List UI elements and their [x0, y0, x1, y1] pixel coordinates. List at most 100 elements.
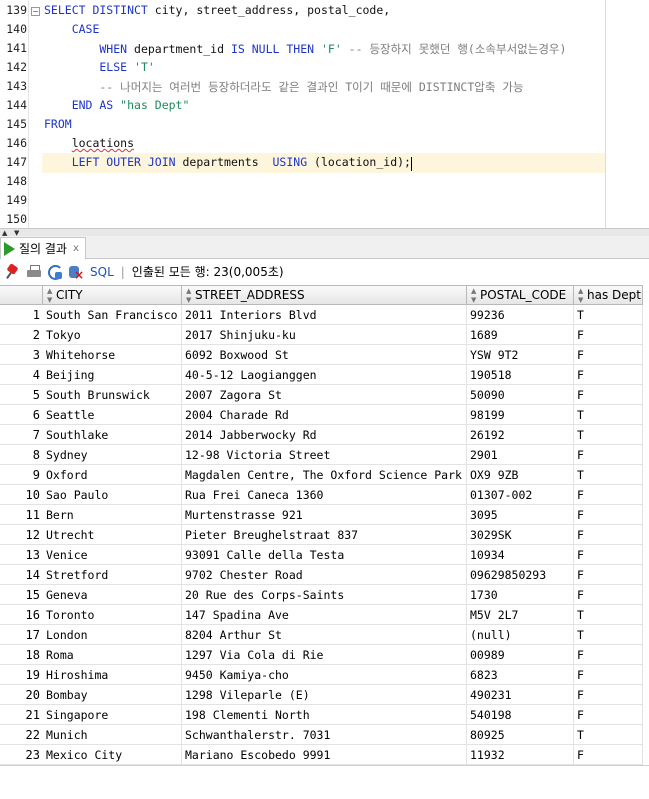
print-icon[interactable]	[26, 264, 42, 280]
table-cell[interactable]: Roma	[43, 645, 182, 665]
table-cell[interactable]: Stretford	[43, 565, 182, 585]
table-cell[interactable]: T	[574, 605, 643, 625]
table-row[interactable]: 2 Tokyo 2017 Shinjuku-ku 1689 F	[0, 325, 649, 345]
table-cell[interactable]: 98199	[467, 405, 574, 425]
table-row[interactable]: 16 Toronto 147 Spadina Ave M5V 2L7 T	[0, 605, 649, 625]
table-cell[interactable]: 99236	[467, 305, 574, 325]
table-cell[interactable]: F	[574, 705, 643, 725]
table-row[interactable]: 12 Utrecht Pieter Breughelstraat 837 3029SK…	[0, 525, 649, 545]
table-cell[interactable]: F	[574, 445, 643, 465]
table-cell[interactable]: Mexico City	[43, 745, 182, 765]
table-cell[interactable]: F	[574, 565, 643, 585]
table-row[interactable]: 9 Oxford Magdalen Centre, The Oxford Scien…	[0, 465, 649, 485]
table-cell[interactable]: F	[574, 665, 643, 685]
table-cell[interactable]: 6092 Boxwood St	[182, 345, 467, 365]
table-row[interactable]: 17 London 8204 Arthur St (null) T	[0, 625, 649, 645]
table-cell[interactable]: 490231	[467, 685, 574, 705]
table-cell[interactable]: 80925	[467, 725, 574, 745]
table-row[interactable]: 23 Mexico City Mariano Escobedo 9991 11932 F	[0, 745, 649, 765]
table-row[interactable]: 4 Beijing 40-5-12 Laogianggen 190518 F	[0, 365, 649, 385]
table-cell[interactable]: F	[574, 345, 643, 365]
table-cell[interactable]: 2004 Charade Rd	[182, 405, 467, 425]
table-cell[interactable]: 93091 Calle della Testa	[182, 545, 467, 565]
table-cell[interactable]: 1297 Via Cola di Rie	[182, 645, 467, 665]
table-cell[interactable]: F	[574, 745, 643, 765]
table-cell[interactable]: T	[574, 405, 643, 425]
table-cell[interactable]: 198 Clementi North	[182, 705, 467, 725]
table-cell[interactable]: London	[43, 625, 182, 645]
sort-icon[interactable]: ▲ ▼	[578, 287, 585, 305]
refresh-icon[interactable]	[47, 264, 63, 280]
table-cell[interactable]: T	[574, 425, 643, 445]
table-cell[interactable]: 1689	[467, 325, 574, 345]
table-cell[interactable]: M5V 2L7	[467, 605, 574, 625]
table-cell[interactable]: 9450 Kamiya-cho	[182, 665, 467, 685]
table-cell[interactable]: (null)	[467, 625, 574, 645]
delete-db-icon[interactable]: ×	[68, 264, 84, 281]
table-row[interactable]: 6 Seattle 2004 Charade Rd 98199 T	[0, 405, 649, 425]
table-row[interactable]: 15 Geneva 20 Rue des Corps-Saints 1730 F	[0, 585, 649, 605]
table-cell[interactable]: Pieter Breughelstraat 837	[182, 525, 467, 545]
table-cell[interactable]: 40-5-12 Laogianggen	[182, 365, 467, 385]
table-cell[interactable]: 50090	[467, 385, 574, 405]
table-cell[interactable]: 540198	[467, 705, 574, 725]
table-cell[interactable]: 6823	[467, 665, 574, 685]
table-cell[interactable]: 8204 Arthur St	[182, 625, 467, 645]
table-cell[interactable]: Sydney	[43, 445, 182, 465]
table-cell[interactable]: Beijing	[43, 365, 182, 385]
code-line[interactable]: END AS "has Dept"	[44, 98, 190, 112]
table-cell[interactable]: 11932	[467, 745, 574, 765]
table-cell[interactable]: Utrecht	[43, 525, 182, 545]
sql-editor[interactable]: 139 140 141 142 143 144 145 146 147 148 149 150 − S…	[0, 0, 649, 228]
sort-icon[interactable]: ▲ ▼	[471, 287, 478, 305]
code-line[interactable]: FROM	[44, 117, 72, 131]
table-cell[interactable]: Whitehorse	[43, 345, 182, 365]
table-cell[interactable]: 26192	[467, 425, 574, 445]
code-line[interactable]: SELECT DISTINCT city, street_address, po…	[44, 3, 390, 17]
code-line[interactable]: -- 나머지는 여러번 등장하더라도 같은 결과인 T이기 때문에 DISTIN…	[44, 79, 523, 95]
table-cell[interactable]: Mariano Escobedo 9991	[182, 745, 467, 765]
table-cell[interactable]: 01307-002	[467, 485, 574, 505]
code-line[interactable]: WHEN department_id IS NULL THEN 'F' -- 등…	[44, 41, 566, 57]
table-cell[interactable]: Bern	[43, 505, 182, 525]
table-row[interactable]: 13 Venice 93091 Calle della Testa 10934 F	[0, 545, 649, 565]
table-cell[interactable]: Magdalen Centre, The Oxford Science Park	[182, 465, 467, 485]
table-row[interactable]: 1 South San Francisco 2011 Interiors Blvd 9…	[0, 305, 649, 325]
table-cell[interactable]: 00989	[467, 645, 574, 665]
table-cell[interactable]: OX9 9ZB	[467, 465, 574, 485]
table-cell[interactable]: 147 Spadina Ave	[182, 605, 467, 625]
table-cell[interactable]: 1298 Vileparle (E)	[182, 685, 467, 705]
table-cell[interactable]: 3095	[467, 505, 574, 525]
table-cell[interactable]: T	[574, 465, 643, 485]
table-cell[interactable]: YSW 9T2	[467, 345, 574, 365]
table-cell[interactable]: F	[574, 485, 643, 505]
table-cell[interactable]: Oxford	[43, 465, 182, 485]
table-cell[interactable]: 12-98 Victoria Street	[182, 445, 467, 465]
table-cell[interactable]: F	[574, 545, 643, 565]
table-cell[interactable]: 9702 Chester Road	[182, 565, 467, 585]
table-row[interactable]: 3 Whitehorse 6092 Boxwood St YSW 9T2 F	[0, 345, 649, 365]
code-line[interactable]: ELSE 'T'	[44, 60, 154, 74]
table-cell[interactable]: 10934	[467, 545, 574, 565]
table-cell[interactable]: Munich	[43, 725, 182, 745]
table-cell[interactable]: South Brunswick	[43, 385, 182, 405]
table-cell[interactable]: 09629850293	[467, 565, 574, 585]
table-cell[interactable]: T	[574, 725, 643, 745]
table-cell[interactable]: Bombay	[43, 685, 182, 705]
table-cell[interactable]: Singapore	[43, 705, 182, 725]
table-cell[interactable]: Toronto	[43, 605, 182, 625]
pin-icon[interactable]	[5, 262, 21, 280]
table-cell[interactable]: F	[574, 505, 643, 525]
table-cell[interactable]: South San Francisco	[43, 305, 182, 325]
table-row[interactable]: 11 Bern Murtenstrasse 921 3095 F	[0, 505, 649, 525]
fold-toggle-icon[interactable]: −	[31, 7, 40, 16]
table-cell[interactable]: 2901	[467, 445, 574, 465]
table-cell[interactable]: 190518	[467, 365, 574, 385]
table-cell[interactable]: F	[574, 385, 643, 405]
close-icon[interactable]: x	[73, 243, 79, 254]
sort-icon[interactable]: ▲ ▼	[47, 287, 54, 305]
table-cell[interactable]: 3029SK	[467, 525, 574, 545]
code-line[interactable]: locations	[44, 136, 134, 150]
code-line[interactable]: CASE	[44, 22, 100, 36]
table-cell[interactable]: Venice	[43, 545, 182, 565]
